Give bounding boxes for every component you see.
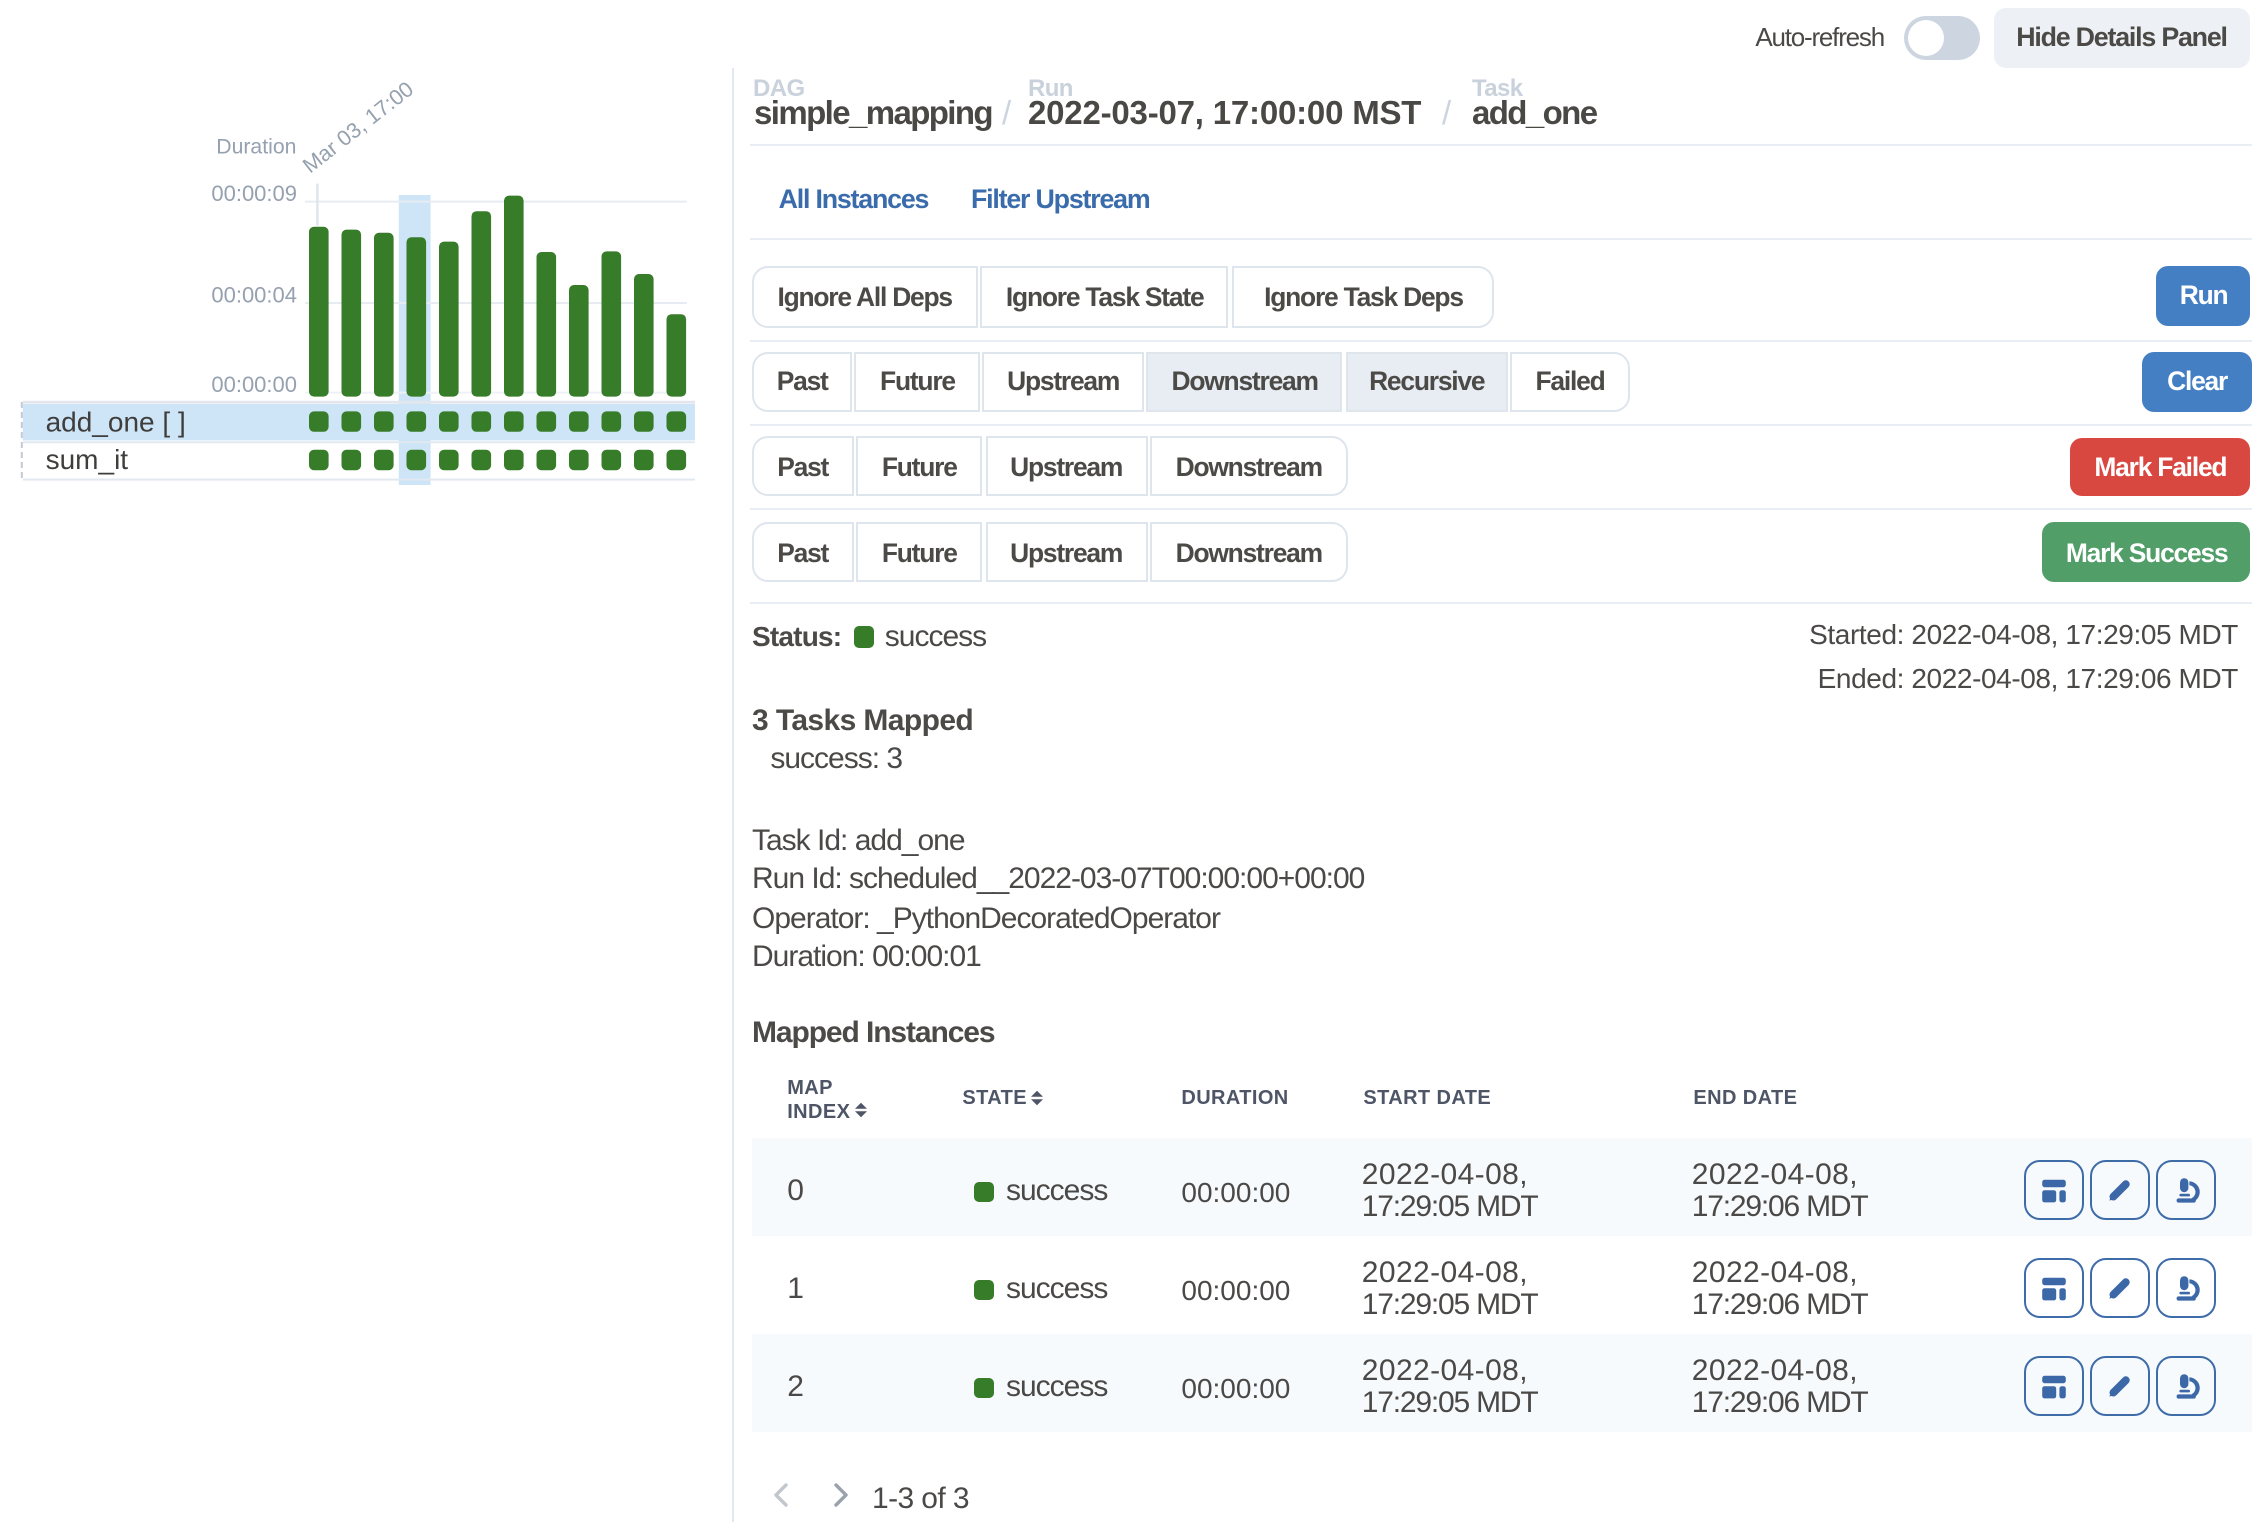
svg-text:00:00:09: 00:00:09 bbox=[211, 181, 297, 206]
svg-text:sum_it: sum_it bbox=[46, 444, 129, 475]
svg-text:Duration: Duration bbox=[216, 136, 296, 159]
svg-text:add_one [ ]: add_one [ ] bbox=[46, 407, 186, 438]
svg-text:00:00:00: 00:00:00 bbox=[211, 372, 297, 397]
svg-text:Mar 03, 17:00: Mar 03, 17:00 bbox=[298, 76, 418, 178]
svg-text:00:00:04: 00:00:04 bbox=[211, 283, 297, 308]
